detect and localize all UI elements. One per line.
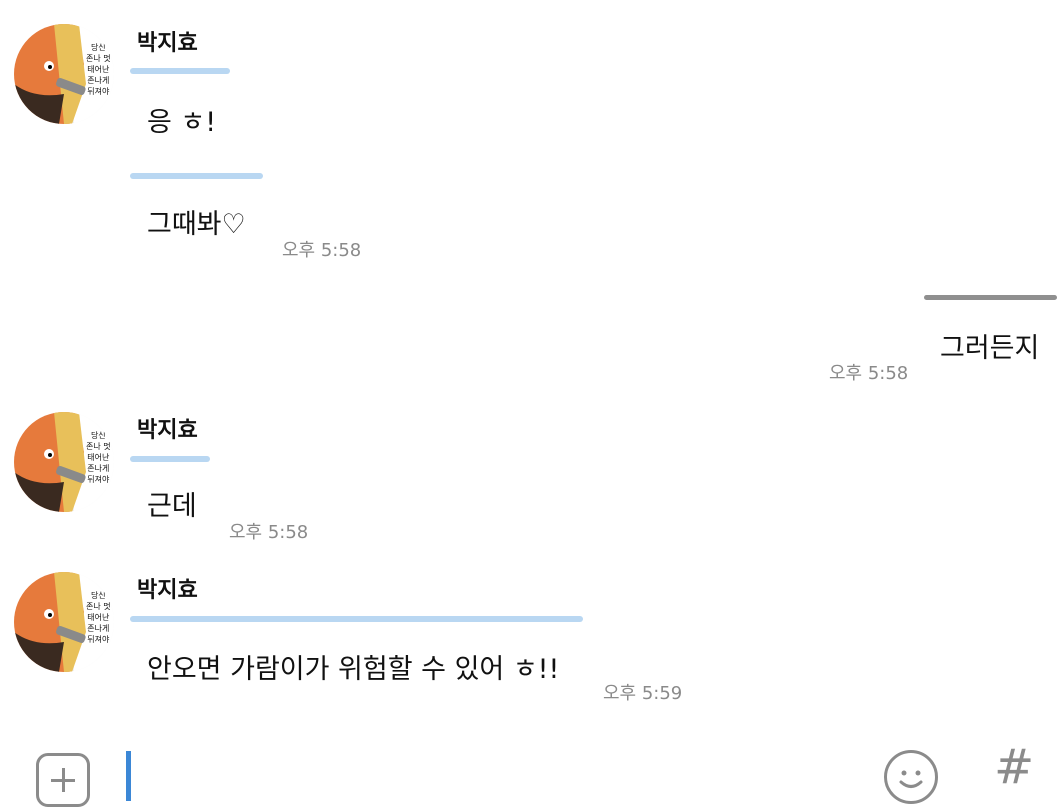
avatar-text: 태어난 xyxy=(87,65,110,74)
avatar-text: 뒤져야 xyxy=(87,635,110,644)
avatar-text: 존나게 xyxy=(87,464,110,473)
avatar[interactable]: 당신 존나 멋 태어난 존나게 뒤져야 xyxy=(14,572,114,672)
avatar-text: 존나게 xyxy=(87,624,110,633)
text-input-caret[interactable] xyxy=(126,751,131,801)
avatar[interactable]: 당신 존나 멋 태어난 존나게 뒤져야 xyxy=(14,24,114,124)
message-timestamp: 오후 5:58 xyxy=(229,522,309,543)
message-text: 그때봐♡ xyxy=(147,209,246,240)
message-text: 근데 xyxy=(147,491,197,522)
sender-name: 박지효 xyxy=(137,578,198,603)
avatar-text: 존나 멋 xyxy=(86,54,111,63)
message-timestamp: 오후 5:59 xyxy=(603,683,683,704)
avatar-text: 뒤져야 xyxy=(87,87,110,96)
message-text: 그러든지 xyxy=(940,333,1040,364)
avatar-text: 당신 xyxy=(90,591,106,600)
sender-name: 박지효 xyxy=(137,418,198,443)
message-bubble-edge xyxy=(130,616,583,622)
avatar-text: 태어난 xyxy=(87,453,110,462)
avatar-text: 존나 멋 xyxy=(86,442,111,451)
message-text: 안오면 가람이가 위험할 수 있어 ㅎ!! xyxy=(147,654,560,685)
avatar-text: 존나게 xyxy=(87,76,110,85)
avatar[interactable]: 당신 존나 멋 태어난 존나게 뒤져야 xyxy=(14,412,114,512)
message-bubble-edge xyxy=(130,173,263,179)
message-bubble-edge xyxy=(130,456,210,462)
message-text: 응 ㅎ! xyxy=(147,107,217,138)
avatar-text: 당신 xyxy=(90,43,106,52)
plus-square-icon[interactable] xyxy=(36,753,90,807)
message-bubble-edge xyxy=(924,295,1057,300)
smiley-icon[interactable] xyxy=(884,750,938,804)
message-composer: # xyxy=(0,735,1064,807)
sender-name: 박지효 xyxy=(137,31,198,56)
avatar-text: 존나 멋 xyxy=(86,602,111,611)
avatar-text: 뒤져야 xyxy=(87,475,110,484)
message-bubble-edge xyxy=(130,68,230,74)
message-timestamp: 오후 5:58 xyxy=(282,240,362,261)
avatar-text: 당신 xyxy=(90,431,106,440)
avatar-text: 태어난 xyxy=(87,613,110,622)
message-timestamp: 오후 5:58 xyxy=(829,363,909,384)
hashtag-icon[interactable]: # xyxy=(994,743,1034,791)
